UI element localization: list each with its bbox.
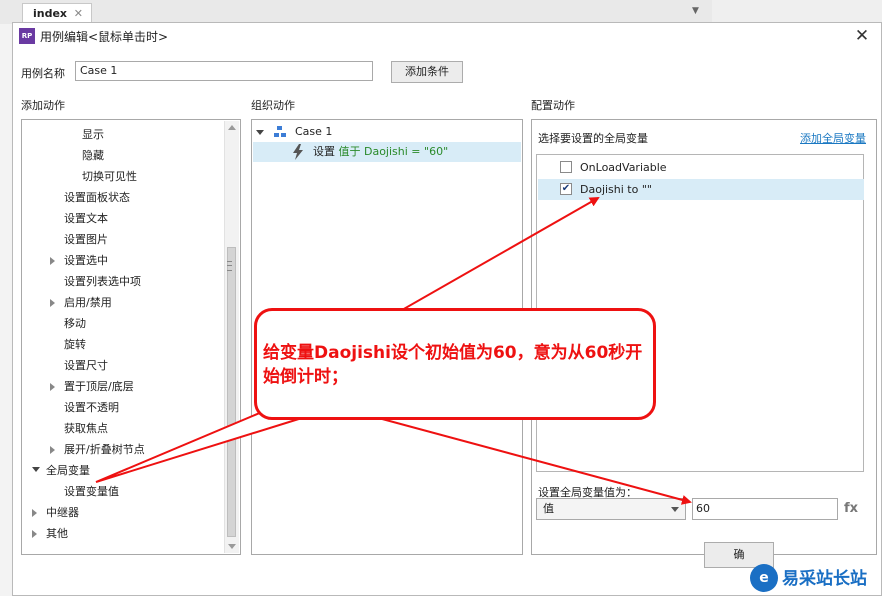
site-logo-icon: e — [750, 564, 778, 592]
tree-item-label: 启用/禁用 — [64, 296, 112, 309]
tree-item-label: 其他 — [46, 527, 68, 540]
tree-item[interactable]: 其他 — [22, 523, 222, 544]
tab-label: index — [33, 7, 68, 20]
action-text: 设置 值于 Daojishi = "60" — [313, 142, 448, 162]
ok-button-label: 确 — [733, 548, 745, 561]
tree-item[interactable]: 置于顶层/底层 — [22, 376, 222, 397]
variable-row[interactable]: OnLoadVariable — [538, 157, 864, 178]
variable-checkbox-checked[interactable]: ✔ — [560, 183, 572, 195]
tree-item-label: 设置面板状态 — [64, 191, 130, 204]
site-watermark: e 易采站长站 — [750, 562, 882, 596]
variable-name: Daojishi to "" — [580, 183, 652, 196]
tree-item[interactable]: 中继器 — [22, 502, 222, 523]
variable-name: OnLoadVariable — [580, 161, 667, 174]
scrollbar-thumb[interactable] — [227, 247, 236, 537]
scroll-up-icon[interactable] — [228, 125, 236, 130]
tree-item-label: 设置不透明 — [64, 401, 119, 414]
tree-item-label: 展开/折叠树节点 — [64, 443, 145, 456]
add-actions-tree[interactable]: 显示隐藏切换可见性设置面板状态 设置文本设置图片设置选中设置列表选中项 启用/禁用移… — [21, 119, 241, 555]
site-name: 易采站长站 — [782, 569, 867, 589]
action-prefix: 设置 — [313, 145, 335, 158]
tree-item[interactable]: 设置尺寸 — [22, 355, 222, 376]
variable-checkbox[interactable] — [560, 161, 572, 173]
add-actions-header: 添加动作 — [21, 99, 65, 112]
dialog-titlebar: RP 用例编辑<鼠标单击时> ✕ — [13, 23, 881, 49]
chevron-down-icon[interactable]: ▼ — [692, 6, 699, 16]
tree-item-label: 旋转 — [64, 338, 86, 351]
variable-row[interactable]: ✔ Daojishi to "" — [538, 179, 864, 200]
expand-arrow-icon[interactable] — [32, 467, 40, 472]
vertical-scrollbar[interactable] — [224, 121, 239, 553]
collapse-arrow-icon[interactable] — [50, 446, 55, 454]
app-logo-icon: RP — [19, 28, 35, 44]
collapse-arrow-icon[interactable] — [32, 530, 37, 538]
collapse-arrow-icon[interactable] — [50, 383, 55, 391]
tree-item[interactable]: 设置文本 — [22, 208, 222, 229]
tree-item[interactable]: 展开/折叠树节点 — [22, 439, 222, 460]
tab-index[interactable]: index ✕ — [22, 3, 92, 23]
tree-item[interactable]: 切换可见性 — [22, 166, 222, 187]
organize-actions-header: 组织动作 — [251, 99, 295, 112]
tree-item-label: 切换可见性 — [82, 170, 137, 183]
tree-item-label: 移动 — [64, 317, 86, 330]
tree-item-label: 全局变量 — [46, 464, 90, 477]
tree-item[interactable]: 设置变量值 — [22, 481, 222, 502]
add-condition-button[interactable]: 添加条件 — [391, 61, 463, 83]
tree-item[interactable]: 获取焦点 — [22, 418, 222, 439]
tree-item[interactable]: 旋转 — [22, 334, 222, 355]
case-icon — [273, 126, 286, 138]
tree-item-label: 隐藏 — [82, 149, 104, 162]
tree-item-label: 设置选中 — [64, 254, 108, 267]
dialog-title: 用例编辑<鼠标单击时> — [40, 30, 169, 44]
tree-item-label: 中继器 — [46, 506, 79, 519]
add-global-variable-link[interactable]: 添加全局变量 — [800, 130, 866, 146]
tree-item[interactable]: 移动 — [22, 313, 222, 334]
case-name-input[interactable]: Case 1 — [75, 61, 373, 81]
tree-item-label: 设置图片 — [64, 233, 108, 246]
scroll-grip-icon — [227, 261, 232, 271]
tree-item[interactable]: 全局变量 — [22, 460, 222, 481]
tree-item[interactable]: 显示 — [22, 124, 222, 145]
tree-item-label: 设置变量值 — [64, 485, 119, 498]
tree-item-label: 置于顶层/底层 — [64, 380, 134, 393]
case-label: Case 1 — [295, 125, 333, 138]
tree-item[interactable]: 启用/禁用 — [22, 292, 222, 313]
value-input[interactable]: 60 — [692, 498, 838, 520]
scroll-down-icon[interactable] — [228, 544, 236, 549]
collapse-arrow-icon[interactable] — [32, 509, 37, 517]
collapse-arrow-icon[interactable] — [50, 257, 55, 265]
tree-item-label: 获取焦点 — [64, 422, 108, 435]
tree-item-label: 设置尺寸 — [64, 359, 108, 372]
value-type-text: 值 — [543, 502, 554, 515]
case-node[interactable]: Case 1 — [256, 123, 332, 141]
tree-item[interactable]: 设置图片 — [22, 229, 222, 250]
tree-item[interactable]: 设置不透明 — [22, 397, 222, 418]
tree-item[interactable]: 设置选中 — [22, 250, 222, 271]
annotation-callout: 给变量Daojishi设个初始值为60，意为从60秒开始倒计时； — [254, 308, 656, 420]
tree-item[interactable]: 设置面板状态 — [22, 187, 222, 208]
case-name-label: 用例名称 — [21, 67, 65, 80]
tree-item[interactable]: 设置列表选中项 — [22, 271, 222, 292]
tab-close-icon[interactable]: ✕ — [74, 4, 83, 24]
action-detail: 值于 Daojishi = "60" — [338, 145, 449, 158]
tree-item-label: 设置列表选中项 — [64, 275, 141, 288]
select-variable-label: 选择要设置的全局变量 — [538, 132, 648, 145]
action-item-set-variable[interactable]: 设置 值于 Daojishi = "60" — [253, 142, 521, 162]
expand-arrow-icon[interactable] — [256, 129, 264, 135]
background-panel — [712, 0, 882, 24]
tree-item[interactable]: 隐藏 — [22, 145, 222, 166]
value-type-select[interactable]: 值 — [536, 498, 686, 520]
chevron-down-icon[interactable] — [671, 507, 679, 512]
close-icon[interactable]: ✕ — [851, 25, 873, 47]
collapse-arrow-icon[interactable] — [50, 299, 55, 307]
background-sidebar — [0, 24, 12, 596]
tree-item-label: 设置文本 — [64, 212, 108, 225]
fx-button[interactable]: fx — [844, 501, 858, 516]
lightning-icon — [293, 144, 303, 160]
tree-item-label: 显示 — [82, 128, 104, 141]
annotation-text: 给变量Daojishi设个初始值为60，意为从60秒开始倒计时； — [263, 343, 643, 387]
config-actions-header: 配置动作 — [531, 99, 575, 112]
